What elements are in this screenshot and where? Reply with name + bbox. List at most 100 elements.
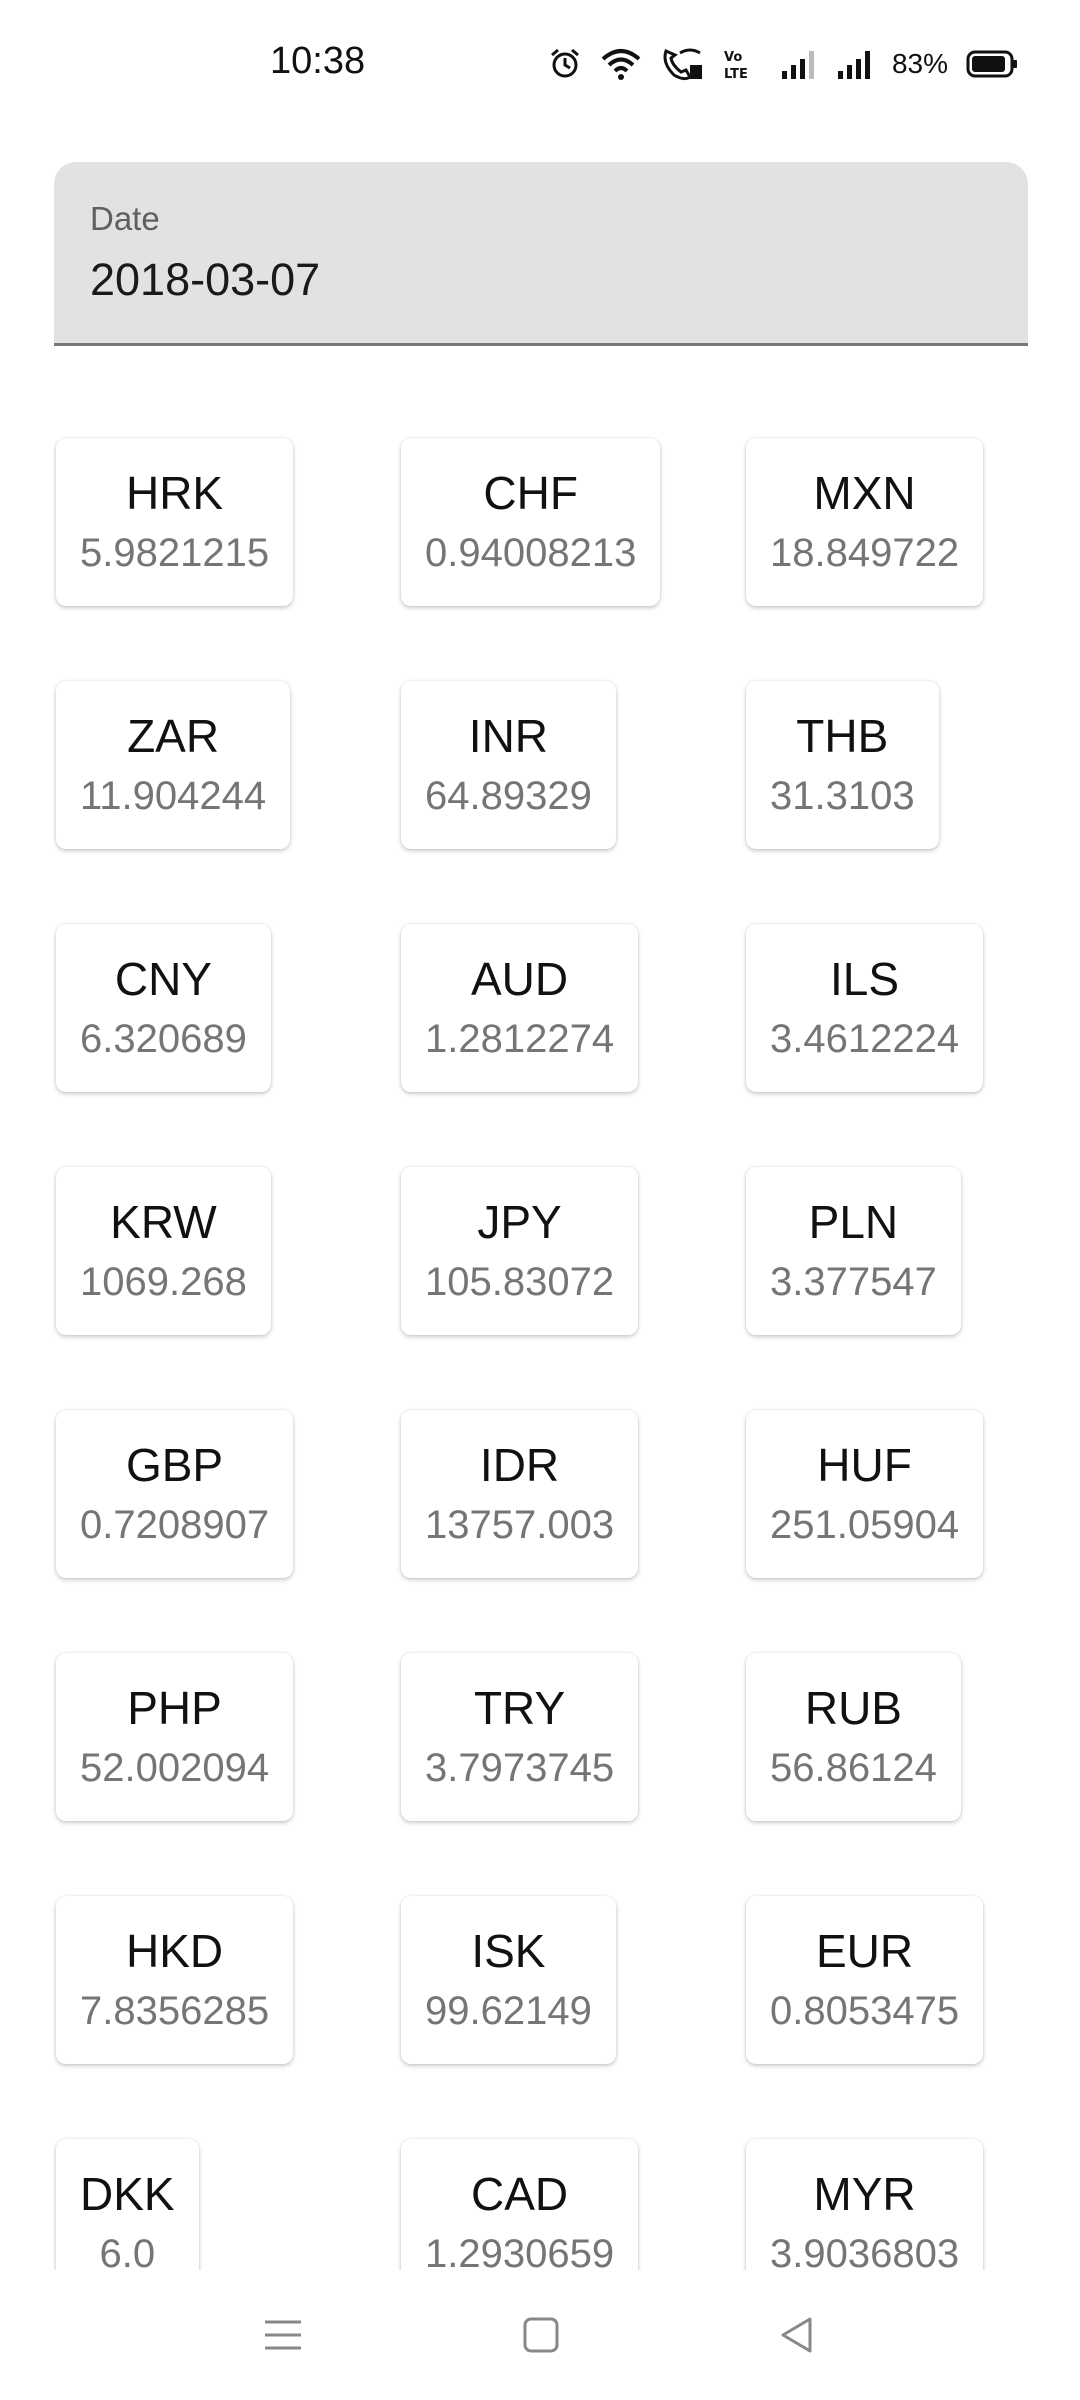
rate-card[interactable]: HKD 7.8356285 xyxy=(56,1896,294,2064)
rate-cell: JPY 105.83072 xyxy=(401,1167,746,1335)
rate-card[interactable]: PLN 3.377547 xyxy=(746,1167,961,1335)
currency-rate: 13757.003 xyxy=(425,1503,615,1547)
rate-card[interactable]: ZAR 11.904244 xyxy=(56,681,291,849)
currency-rate: 6.0 xyxy=(99,2232,156,2270)
date-label: Date xyxy=(90,200,160,237)
rate-card[interactable]: IDR 13757.003 xyxy=(401,1410,639,1578)
currency-code: MXN xyxy=(813,467,916,519)
rate-cell: CHF 0.94008213 xyxy=(401,438,746,606)
currency-code: JPY xyxy=(477,1196,562,1248)
battery-percent: 83% xyxy=(891,48,948,79)
rate-card[interactable]: THB 31.3103 xyxy=(746,681,939,849)
currency-rate: 52.002094 xyxy=(80,1746,270,1790)
rate-cell: THB 31.3103 xyxy=(746,681,1026,849)
rate-card[interactable]: MXN 18.849722 xyxy=(746,438,984,606)
rate-cell: EUR 0.8053475 xyxy=(746,1896,1026,2064)
currency-rate: 3.9036803 xyxy=(770,2232,960,2270)
rate-cell: PLN 3.377547 xyxy=(746,1167,1026,1335)
rate-cell: DKK 6.0 xyxy=(56,2139,401,2270)
currency-rate: 105.83072 xyxy=(425,1260,615,1304)
navigation-bar xyxy=(0,2270,1080,2400)
rate-card[interactable]: CAD 1.2930659 xyxy=(401,2139,639,2270)
currency-rate: 64.89329 xyxy=(425,774,592,818)
wifi-calling-icon xyxy=(660,47,704,81)
currency-code: HRK xyxy=(125,467,224,519)
back-icon[interactable] xyxy=(762,2300,832,2370)
svg-text:Vo: Vo xyxy=(724,50,742,65)
rate-card[interactable]: RUB 56.86124 xyxy=(746,1653,961,1821)
rate-cell: HUF 251.05904 xyxy=(746,1410,1026,1578)
rate-card[interactable]: GBP 0.7208907 xyxy=(56,1410,294,1578)
rate-card[interactable]: HRK 5.9821215 xyxy=(56,438,294,606)
rate-card[interactable]: TRY 3.7973745 xyxy=(401,1653,639,1821)
currency-rate: 5.9821215 xyxy=(80,531,270,575)
rate-card[interactable]: AUD 1.2812274 xyxy=(401,924,639,1092)
status-icons: Vo LTE 83% xyxy=(548,44,1018,84)
signal-icon xyxy=(780,47,818,81)
rate-cell: MXN 18.849722 xyxy=(746,438,1026,606)
rate-card[interactable]: MYR 3.9036803 xyxy=(746,2139,984,2270)
rate-cell: GBP 0.7208907 xyxy=(56,1410,401,1578)
rate-card[interactable]: CNY 6.320689 xyxy=(56,924,271,1092)
currency-code: CHF xyxy=(483,467,578,519)
rate-card[interactable]: JPY 105.83072 xyxy=(401,1167,639,1335)
rate-card[interactable]: ILS 3.4612224 xyxy=(746,924,984,1092)
currency-rate: 0.8053475 xyxy=(770,1989,960,2033)
currency-code: RUB xyxy=(804,1682,902,1734)
rate-cell: RUB 56.86124 xyxy=(746,1653,1026,1821)
rates-grid: HRK 5.9821215 CHF 0.94008213 MXN 18.849722 ZAR… xyxy=(56,438,1026,2270)
rate-cell: CNY 6.320689 xyxy=(56,924,401,1092)
currency-rate: 1.2930659 xyxy=(425,2232,615,2270)
currency-rate: 7.8356285 xyxy=(80,1989,270,2033)
currency-code: ILS xyxy=(830,953,900,1005)
rate-cell: ZAR 11.904244 xyxy=(56,681,401,849)
currency-code: INR xyxy=(468,710,549,762)
rate-cell: HKD 7.8356285 xyxy=(56,1896,401,2064)
currency-rate: 251.05904 xyxy=(770,1503,960,1547)
currency-rate: 6.320689 xyxy=(80,1017,247,1061)
currency-code: GBP xyxy=(125,1439,224,1491)
currency-code: EUR xyxy=(815,1925,914,1977)
currency-rate: 0.94008213 xyxy=(425,531,637,575)
currency-rate: 1069.268 xyxy=(80,1260,247,1304)
battery-icon xyxy=(966,49,1018,79)
currency-rate: 18.849722 xyxy=(770,531,960,575)
rate-cell: MYR 3.9036803 xyxy=(746,2139,1026,2270)
rate-card[interactable]: HUF 251.05904 xyxy=(746,1410,984,1578)
currency-rate: 11.904244 xyxy=(80,774,267,818)
rate-cell: ISK 99.62149 xyxy=(401,1896,746,2064)
rate-cell: INR 64.89329 xyxy=(401,681,746,849)
currency-rate: 3.4612224 xyxy=(770,1017,960,1061)
rate-card[interactable]: CHF 0.94008213 xyxy=(401,438,661,606)
rate-cell: TRY 3.7973745 xyxy=(401,1653,746,1821)
app-screen: 10:38 Vo LTE 83% Date 2018-03-07 HRK 5.9… xyxy=(0,0,1080,2400)
home-icon[interactable] xyxy=(506,2300,576,2370)
date-value[interactable]: 2018-03-07 xyxy=(90,254,320,306)
currency-code: HKD xyxy=(125,1925,224,1977)
rate-card[interactable]: DKK 6.0 xyxy=(56,2139,199,2270)
currency-code: KRW xyxy=(110,1196,217,1248)
menu-icon[interactable] xyxy=(248,2300,318,2370)
currency-code: HUF xyxy=(817,1439,912,1491)
rates-list[interactable]: HRK 5.9821215 CHF 0.94008213 MXN 18.849722 ZAR… xyxy=(0,390,1080,2270)
currency-code: TRY xyxy=(473,1682,566,1734)
rate-cell: ILS 3.4612224 xyxy=(746,924,1026,1092)
rate-card[interactable]: INR 64.89329 xyxy=(401,681,616,849)
signal-icon xyxy=(836,47,874,81)
currency-code: CNY xyxy=(114,953,212,1005)
currency-code: PHP xyxy=(127,1682,222,1734)
rate-card[interactable]: ISK 99.62149 xyxy=(401,1896,616,2064)
currency-rate: 3.377547 xyxy=(770,1260,937,1304)
rate-card[interactable]: EUR 0.8053475 xyxy=(746,1896,984,2064)
rate-cell: KRW 1069.268 xyxy=(56,1167,401,1335)
rate-card[interactable]: KRW 1069.268 xyxy=(56,1167,271,1335)
currency-code: DKK xyxy=(80,2168,175,2220)
status-bar: 10:38 Vo LTE 83% xyxy=(0,0,1080,140)
date-field[interactable]: Date 2018-03-07 xyxy=(54,162,1028,346)
currency-code: IDR xyxy=(479,1439,560,1491)
currency-rate: 56.86124 xyxy=(770,1746,937,1790)
svg-text:LTE: LTE xyxy=(724,67,748,81)
currency-code: AUD xyxy=(470,953,569,1005)
rate-cell: HRK 5.9821215 xyxy=(56,438,401,606)
rate-card[interactable]: PHP 52.002094 xyxy=(56,1653,294,1821)
